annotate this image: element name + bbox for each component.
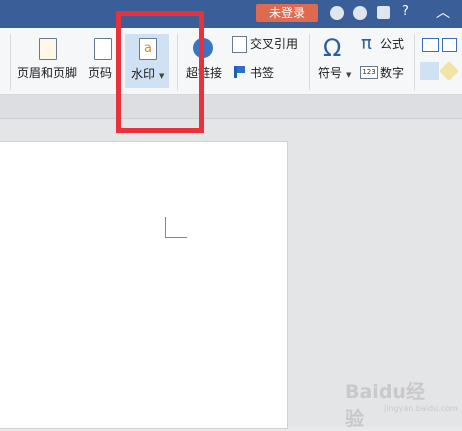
number-button[interactable]: 数字 [380, 66, 404, 80]
title-bar [0, 0, 462, 28]
omega-icon[interactable]: Ω [323, 34, 341, 62]
text-cursor-marker [165, 237, 187, 238]
ribbon-separator [309, 34, 310, 90]
ribbon-separator [10, 34, 11, 90]
number-icon[interactable]: 123 [360, 66, 378, 79]
pi-icon[interactable]: π [361, 33, 372, 54]
ruler-strip [0, 95, 462, 119]
page-number-icon[interactable] [94, 38, 112, 60]
at-icon[interactable] [420, 62, 439, 80]
header-footer-icon[interactable] [39, 38, 57, 60]
baidu-watermark: Baidu经验 [345, 381, 425, 430]
bookmark-flag-icon [237, 66, 245, 73]
formula-button[interactable]: 公式 [380, 37, 404, 51]
document-page[interactable] [0, 141, 288, 429]
bookmark-button[interactable]: 书签 [250, 66, 274, 80]
login-button[interactable]: 未登录 [256, 4, 318, 22]
page-number-button[interactable]: 页码 [88, 66, 112, 80]
baidu-watermark-url: jingyan.baidu.com [384, 404, 458, 413]
text-field-icon[interactable] [422, 38, 439, 52]
cross-reference-button[interactable]: 交叉引用 [250, 37, 298, 51]
cross-reference-icon[interactable] [232, 36, 247, 53]
help-icon[interactable]: ? [402, 4, 409, 19]
checkbox-field-icon[interactable] [442, 38, 457, 52]
collapse-icon[interactable]: ︿ [436, 2, 450, 22]
symbol-button[interactable]: 符号 [318, 66, 342, 80]
symbol-dropdown-icon[interactable]: ▼ [346, 71, 351, 79]
highlight-box [116, 11, 204, 133]
text-cursor-marker [165, 217, 166, 237]
shirt-icon[interactable] [377, 6, 390, 19]
ribbon-separator [414, 34, 415, 90]
header-footer-button[interactable]: 页眉和页脚 [17, 66, 77, 80]
refresh-icon[interactable] [353, 6, 367, 20]
skin-icon[interactable] [330, 6, 344, 20]
